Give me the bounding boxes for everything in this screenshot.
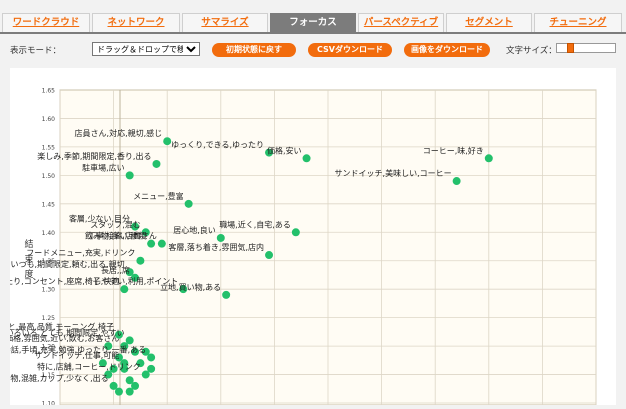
y-tick-label: 1.30 (42, 287, 56, 294)
slider-handle[interactable] (567, 43, 574, 53)
point-label: 居心地,良い (173, 225, 216, 235)
point-label: 買い物,混雑,カップ,少なく,出る (10, 373, 109, 383)
data-point (125, 387, 134, 396)
tab-bar: ワードクラウド ネットワーク サマライズ フォーカス パースペクティブ セグメン… (0, 0, 626, 34)
y-tick-label: 1.45 (42, 201, 56, 208)
y-tick-label: 1.50 (42, 173, 56, 180)
data-point (157, 239, 166, 248)
chart-panel: 1.10 1.15 1.20 1.25 1.30 1.35 1.40 1.45 1.50 1.55… (0, 68, 616, 408)
point-label: 職場,近く,自宅,ある (219, 219, 291, 229)
data-point (147, 364, 156, 373)
y-tick-label: 1.10 (42, 401, 56, 406)
data-point (147, 239, 156, 248)
point-label: 駐車場,広い (82, 162, 125, 172)
data-point (120, 285, 129, 294)
data-point (125, 171, 134, 180)
display-mode-select[interactable]: ドラッグ＆ドロップで移動 (92, 42, 200, 56)
tab-summarize[interactable]: サマライズ (182, 13, 268, 32)
y-tick-label: 1.55 (42, 144, 56, 151)
y-tick-label: 1.25 (42, 315, 56, 322)
tab-wordcloud[interactable]: ワードクラウド (2, 13, 90, 32)
data-point (152, 159, 161, 168)
data-point (216, 233, 225, 242)
tab-perspective[interactable]: パースペクティブ (358, 13, 444, 32)
csv-download-button[interactable]: CSVダウンロード (308, 43, 392, 57)
point-label: 客層,落ち着き,雰囲気,店内 (168, 242, 264, 252)
data-point (452, 177, 461, 186)
y-tick-label: 1.60 (42, 116, 56, 123)
point-label: 価格,雰囲気,近い,飲む,お客さん (10, 333, 119, 343)
display-mode-label: 表示モード： (10, 46, 62, 56)
point-label: 価格,安い (267, 145, 302, 155)
y-tick-label: 1.65 (42, 88, 56, 95)
point-label: サンドイッチ,美味しい,コーヒー (335, 168, 452, 178)
point-label: 丁寧,接客,店員さん (88, 231, 157, 241)
reset-button[interactable]: 初期状態に戻す (212, 43, 296, 57)
image-download-button[interactable]: 画像をダウンロード (404, 43, 490, 57)
y-axis-label: 結束度 (24, 238, 33, 280)
point-label: メニュー,豊富 (133, 191, 184, 201)
control-bar: 表示モード： ドラッグ＆ドロップで移動 初期状態に戻す CSVダウンロード 画像… (0, 34, 626, 68)
focus-scatter-chart: 1.101.151.201.251.301.351.401.451.501.55… (0, 88, 597, 408)
font-size-label: 文字サイズ： (506, 46, 557, 56)
y-tick-label: 1.40 (42, 230, 56, 237)
point-label: 立地,買い物,ある (160, 282, 221, 292)
data-point (291, 228, 300, 237)
data-point (222, 290, 231, 299)
data-point (302, 154, 311, 163)
point-label: 特に,店舗,コーヒー,ドリンク (37, 362, 141, 372)
tab-focus[interactable]: フォーカス (270, 13, 356, 32)
tab-segment[interactable]: セグメント (446, 13, 532, 32)
data-point (136, 256, 145, 265)
point-label: サンドイッチ,仕事,可能 (34, 350, 119, 360)
data-point (114, 387, 123, 396)
point-label: 長居,,席 (101, 265, 130, 275)
point-label: コーヒー,味,好き (423, 145, 484, 155)
point-label: スタッフ,混む (90, 220, 141, 229)
font-size-slider[interactable] (556, 43, 616, 53)
data-point (184, 199, 193, 208)
point-label: 楽しみ,季節,期間限定,香り,出る (37, 151, 151, 161)
point-label: 店員さん,対応,親切,感じ (75, 128, 163, 138)
data-point (265, 251, 274, 260)
tab-tuning[interactable]: チューニング (534, 13, 622, 32)
point-label: フードメニュー,充実,ドリンク (26, 248, 135, 258)
data-point (163, 137, 172, 146)
point-label: ゆっくり,できる,ゆったり (171, 141, 264, 150)
tab-network[interactable]: ネットワーク (92, 13, 180, 32)
data-point (484, 154, 493, 163)
